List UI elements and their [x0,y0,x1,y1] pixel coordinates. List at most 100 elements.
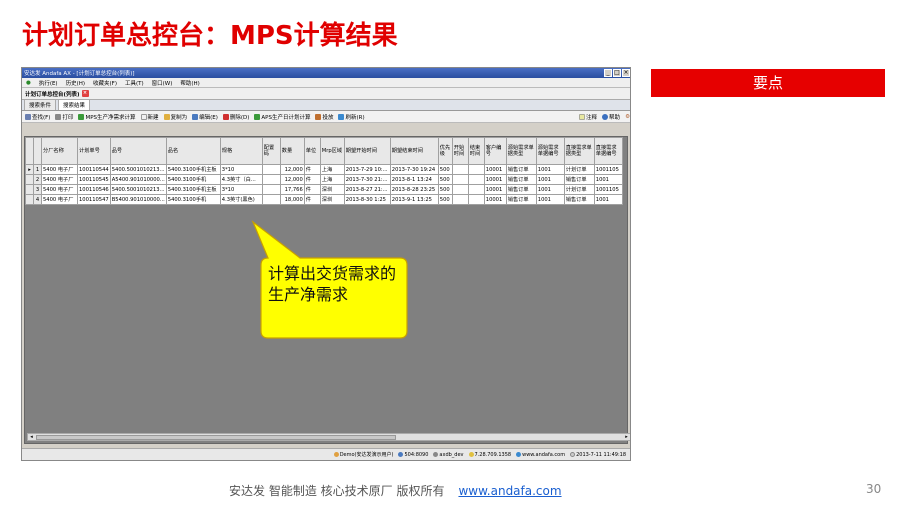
aps-calc-button[interactable]: APS生产日计划计算 [254,113,310,121]
table-cell[interactable]: 1001 [593,174,623,185]
column-header[interactable]: 优先级 [437,137,453,165]
new-button[interactable]: 新建 [140,113,159,121]
row-selector[interactable] [25,174,34,185]
column-header[interactable]: 源始需求单据类型 [505,137,537,165]
row-selector[interactable] [25,194,34,205]
find-button[interactable]: 查找(F) [25,113,50,121]
table-cell[interactable]: 4.3英寸（白... [219,174,263,185]
table-cell[interactable]: 1001 [535,174,565,185]
table-cell[interactable]: 3*10 [219,164,263,175]
maximize-button[interactable]: □ [613,69,621,77]
refresh-button[interactable]: 刷新(R) [338,113,365,121]
table-cell[interactable]: 5400.3100手机 [165,174,221,185]
table-cell[interactable]: 500 [437,184,453,195]
table-row[interactable]: 2 5400 电子厂 100110545 A5400.901010000... 5400… [25,174,623,185]
help-button[interactable]: 帮助 [602,113,620,121]
table-cell[interactable]: 10001 [483,174,507,185]
column-header[interactable]: 规格 [219,137,263,165]
print-button[interactable]: 打印 [55,113,73,121]
table-cell[interactable]: 500 [437,194,453,205]
table-cell[interactable]: 12,000 [279,174,305,185]
table-cell[interactable]: 1001 [593,194,623,205]
table-cell[interactable]: 深圳 [319,194,345,205]
table-cell[interactable]: 上海 [319,164,345,175]
table-row[interactable]: 3 5400 电子厂 100110546 5400.5001010213... 5400… [25,184,623,195]
table-cell[interactable]: 3*10 [219,184,263,195]
column-header[interactable]: 数量 [279,137,305,165]
table-cell[interactable] [467,174,485,185]
table-cell[interactable]: 5400.5001010213... [109,184,167,195]
table-cell[interactable]: 12,000 [279,164,305,175]
table-cell[interactable]: 1001 [535,194,565,205]
table-cell[interactable]: 100110547 [77,194,111,205]
table-cell[interactable]: 17,766 [279,184,305,195]
table-cell[interactable]: 5400.3100手机 [165,194,221,205]
table-cell[interactable]: 100110545 [77,174,111,185]
menu-item-favorites[interactable]: 收藏夹(F) [93,79,117,87]
table-cell[interactable]: 计划订单 [563,164,595,175]
mps-calc-button[interactable]: MPS生产净需求计算 [78,113,136,121]
table-cell[interactable]: 100110546 [77,184,111,195]
document-tab[interactable]: 计划订单总控台(列表) [25,90,80,98]
menu-item-execute[interactable]: 执行(E) [39,79,58,87]
scroll-left-icon[interactable]: ◂ [28,434,35,440]
table-cell[interactable]: 件 [303,164,321,175]
table-cell[interactable] [451,194,469,205]
table-cell[interactable]: 1001 [535,184,565,195]
table-cell[interactable]: 件 [303,194,321,205]
tab-search-results[interactable]: 搜索结果 [58,99,91,110]
table-cell[interactable]: 100110544 [77,164,111,175]
table-cell[interactable]: 10001 [483,164,507,175]
table-cell[interactable]: B5400.901010000... [109,194,167,205]
table-cell[interactable]: 1001 [535,164,565,175]
edit-button[interactable]: 编辑(E) [192,113,218,121]
column-header[interactable]: 客户编号 [483,137,507,165]
table-cell[interactable] [451,184,469,195]
table-cell[interactable]: 2013-8-30 1:25 [343,194,391,205]
table-cell[interactable]: 销售订单 [505,194,537,205]
table-cell[interactable] [467,164,485,175]
table-cell[interactable]: 5400 电子厂 [41,164,78,175]
column-header[interactable]: 源始需求单据编号 [535,137,565,165]
column-header[interactable]: 品名 [165,137,221,165]
table-cell[interactable]: 上海 [319,174,345,185]
close-tab-icon[interactable]: × [81,90,89,97]
minimize-button[interactable]: _ [604,69,612,77]
note-button[interactable]: 注释 [579,113,597,121]
table-cell[interactable]: A5400.901010000... [109,174,167,185]
table-cell[interactable]: 2013-7-30 21:... [343,174,391,185]
menu-item-help[interactable]: 帮助(H) [180,79,199,87]
footer-link[interactable]: www.andafa.com [458,484,561,498]
delete-button[interactable]: 删除(D) [222,113,249,121]
scroll-thumb[interactable] [36,435,396,440]
tab-search-criteria[interactable]: 搜索条件 [24,99,57,110]
table-cell[interactable] [451,164,469,175]
table-cell[interactable]: 2013-9-1 13:25 [389,194,439,205]
menu-item-window[interactable]: 窗口(W) [152,79,173,87]
table-cell[interactable]: 销售订单 [505,174,537,185]
settings-icon[interactable]: ⚙ [625,114,630,120]
column-header[interactable]: 单位 [303,137,321,165]
table-cell[interactable]: 10001 [483,184,507,195]
table-cell[interactable]: 销售订单 [563,174,595,185]
column-header[interactable]: 期望结束时间 [389,137,439,165]
table-cell[interactable]: 500 [437,164,453,175]
table-cell[interactable]: 5400 电子厂 [41,194,78,205]
table-cell[interactable]: 5400 电子厂 [41,184,78,195]
release-button[interactable]: 投放 [315,113,333,121]
table-cell[interactable] [451,174,469,185]
table-cell[interactable] [261,164,281,175]
copy-as-button[interactable]: 复制为 [163,113,187,121]
table-cell[interactable]: 2013-8-1 13:24 [389,174,439,185]
column-header[interactable]: 直接需求单据编号 [593,137,623,165]
table-cell[interactable] [467,194,485,205]
table-cell[interactable]: 2013-7-30 19:24 [389,164,439,175]
table-cell[interactable] [261,174,281,185]
table-cell[interactable] [261,184,281,195]
column-header[interactable]: 分厂名称 [41,137,78,165]
table-cell[interactable]: 销售订单 [505,184,537,195]
column-header[interactable]: 直接需求单据类型 [563,137,595,165]
table-cell[interactable]: 2013-8-27 21:... [343,184,391,195]
table-cell[interactable]: 5400.3100手机主板 [165,184,221,195]
table-cell[interactable]: 2013-8-28 23:25 [389,184,439,195]
